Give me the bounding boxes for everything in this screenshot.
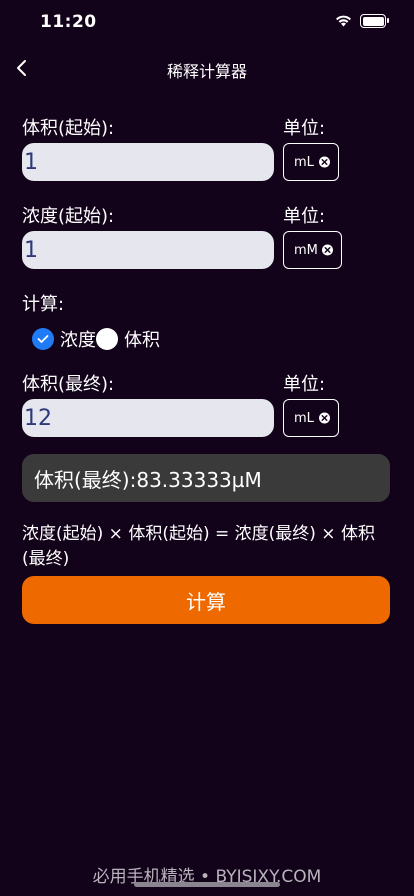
initial-concentration-input[interactable]: 1	[22, 231, 274, 269]
result-display: 体积(最终):83.33333µM	[22, 454, 390, 502]
final-volume-unit-value: mL	[294, 410, 314, 426]
final-volume-unit-label: 单位:	[283, 374, 326, 395]
radio-volume-label[interactable]: 体积	[124, 326, 160, 352]
final-volume-unit-select[interactable]: mL	[283, 399, 339, 437]
home-indicator[interactable]	[134, 882, 280, 887]
initial-concentration-label: 浓度(起始):	[22, 206, 115, 227]
wifi-icon	[335, 15, 352, 27]
status-time: 11:20	[40, 12, 97, 32]
page-title: 稀释计算器	[166, 62, 247, 81]
calculate-label: 计算:	[22, 294, 65, 315]
initial-volume-value: 1	[24, 149, 38, 175]
final-volume-input[interactable]: 12	[22, 399, 274, 437]
calculate-button[interactable]: 计算	[22, 576, 390, 624]
radio-volume[interactable]	[96, 328, 118, 350]
initial-volume-label: 体积(起始):	[22, 118, 115, 139]
initial-volume-unit-value: mL	[294, 154, 314, 170]
radio-concentration-label[interactable]: 浓度	[60, 326, 96, 352]
result-text: 体积(最终):83.33333µM	[34, 467, 262, 492]
checkmark-icon	[37, 335, 49, 343]
initial-concentration-value: 1	[24, 237, 38, 263]
clear-icon[interactable]	[319, 156, 330, 168]
initial-volume-input[interactable]: 1	[22, 143, 274, 181]
formula-text: 浓度(起始) × 体积(起始) = 浓度(最终) × 体积(最终)	[22, 524, 375, 569]
calculate-radio-group: 浓度 体积	[32, 327, 160, 351]
final-volume-label: 体积(最终):	[22, 374, 115, 395]
battery-icon	[360, 14, 389, 28]
status-icons	[335, 14, 389, 28]
clear-icon[interactable]	[322, 244, 333, 256]
status-bar: 11:20	[0, 0, 414, 46]
initial-concentration-unit-select[interactable]: mM	[283, 231, 342, 269]
initial-concentration-unit-label: 单位:	[283, 206, 326, 227]
initial-volume-unit-select[interactable]: mL	[283, 143, 339, 181]
clear-icon[interactable]	[319, 412, 330, 424]
final-volume-value: 12	[24, 405, 52, 431]
nav-bar: 稀释计算器	[0, 46, 414, 90]
initial-concentration-unit-value: mM	[294, 242, 318, 258]
initial-volume-unit-label: 单位:	[283, 118, 326, 139]
radio-concentration[interactable]	[32, 328, 54, 350]
